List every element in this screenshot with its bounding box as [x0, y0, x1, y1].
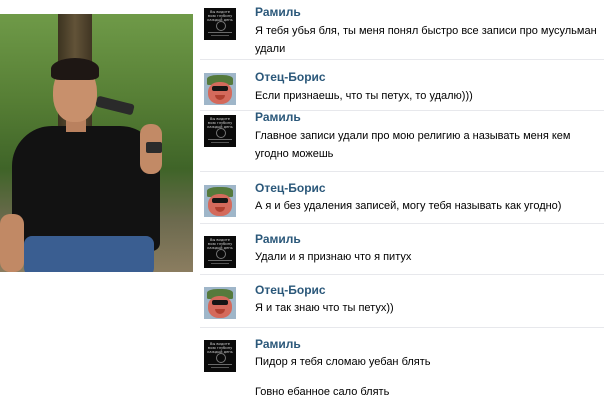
sunglasses-icon [212, 86, 228, 91]
author-name[interactable]: Отец-Борис [255, 181, 326, 195]
author-name[interactable]: Отец-Борис [255, 70, 326, 84]
avatar-line [208, 32, 232, 33]
smiley-icon [216, 128, 226, 138]
message-text: Удали и я признаю что я питух [255, 251, 412, 263]
ramil-avatar[interactable]: Вы видите мою глубину каждый день [204, 340, 236, 372]
smiley-icon [216, 249, 226, 259]
message-text: Я и так знаю что ты петух)) [255, 302, 394, 314]
pistol [95, 95, 135, 116]
user-photo [0, 14, 193, 272]
boris-avatar[interactable] [204, 185, 236, 217]
boris-avatar[interactable] [204, 287, 236, 319]
avatar-line [208, 260, 232, 261]
ramil-avatar[interactable]: Вы видите мою глубину каждый день [204, 236, 236, 268]
boris-avatar[interactable] [204, 73, 236, 105]
author-name[interactable]: Отец-Борис [255, 283, 326, 297]
left-arm [0, 214, 24, 272]
sunglasses-icon [212, 198, 228, 203]
author-name[interactable]: Рамиль [255, 337, 301, 351]
smiley-icon [216, 353, 226, 363]
message-separator [200, 223, 604, 224]
sunglasses-icon [212, 300, 228, 305]
hair [51, 58, 99, 80]
author-name[interactable]: Рамиль [255, 5, 301, 19]
message-text: А я и без удаления записей, могу тебя на… [255, 200, 562, 212]
avatar-line [211, 263, 229, 264]
message-separator [200, 327, 604, 328]
message-text: Пидор я тебя сломаю уебан блять [255, 356, 431, 368]
message-separator [200, 274, 604, 275]
wrist-watch [146, 142, 162, 153]
ramil-avatar[interactable]: Вы видите мою глубину каждый день [204, 8, 236, 40]
jeans [24, 236, 154, 272]
avatar-line [211, 35, 229, 36]
smiley-icon [216, 21, 226, 31]
avatar-line [211, 367, 229, 368]
author-name[interactable]: Рамиль [255, 232, 301, 246]
ramil-avatar[interactable]: Вы видите мою глубину каждый день [204, 115, 236, 147]
black-shirt [12, 126, 160, 251]
message-separator [200, 59, 604, 60]
avatar-line [208, 364, 232, 365]
avatar-line [208, 139, 232, 140]
author-name[interactable]: Рамиль [255, 110, 301, 124]
message-text: Главное записи удали про мою религию а н… [255, 130, 571, 160]
message-separator [200, 171, 604, 172]
message-text: Говно ебанное сало блять [255, 386, 390, 398]
avatar-line [211, 142, 229, 143]
message-text: Я тебя убья бля, ты меня понял быстро вс… [255, 25, 597, 55]
message-text: Если признаешь, что ты петух, то удалю))… [255, 90, 473, 102]
